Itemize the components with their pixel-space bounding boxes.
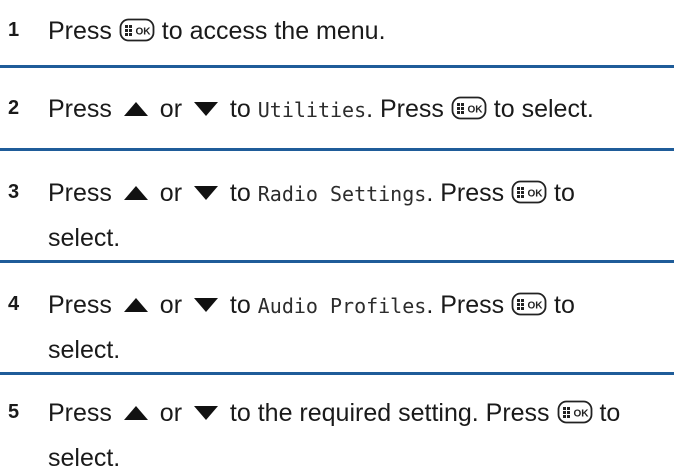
menu-ok-key-icon: OK [511, 292, 547, 316]
svg-text:OK: OK [573, 409, 589, 420]
step-text: to [222, 95, 258, 123]
step-number: 5 [8, 401, 20, 423]
down-arrow-icon [193, 186, 218, 200]
step-text: Press [48, 291, 119, 319]
step-text: select. [48, 224, 121, 252]
step-text: Press [48, 17, 119, 45]
step-text-line: Press or to Utilities. Press OK to selec… [48, 94, 594, 125]
step-text-line: Press or to Audio Profiles. Press OK to [48, 290, 575, 321]
down-arrow-icon [193, 406, 218, 420]
step-text: to [547, 179, 575, 207]
step-text: to [547, 291, 575, 319]
menu-item-name: Audio Profiles [257, 294, 427, 318]
menu-ok-key-icon: OK [557, 400, 592, 424]
up-arrow-icon [123, 406, 148, 420]
step-text-line: Press or to Radio Settings. Press OK to [48, 178, 575, 209]
svg-text:OK: OK [528, 301, 544, 312]
step-divider [0, 260, 674, 263]
step-text: to [592, 399, 621, 427]
step-text-line: Press or to the required setting. Press … [48, 398, 620, 428]
up-arrow-icon [123, 298, 148, 312]
menu-ok-key-icon: OK [451, 96, 487, 120]
menu-ok-key-icon: OK [119, 18, 155, 42]
procedure-steps: 1 Press OK to access the menu. 2 Press or t… [0, 0, 674, 472]
step-text: to the required setting. Press [222, 399, 557, 427]
menu-item-name: Utilities [257, 98, 367, 122]
step-divider [0, 65, 674, 68]
step-text: select. [48, 336, 121, 364]
step-number: 3 [8, 181, 20, 203]
up-arrow-icon [123, 102, 148, 116]
menu-item-name: Radio Settings [257, 182, 427, 206]
step-text: or [152, 291, 189, 319]
step-text: Press [48, 399, 119, 427]
down-arrow-icon [193, 102, 218, 116]
step-number: 1 [8, 19, 20, 41]
step-text: select. [48, 444, 121, 472]
step-text: . Press [426, 291, 512, 319]
step-divider [0, 148, 674, 151]
step-text: to select. [486, 95, 594, 123]
step-text-line: select. [48, 223, 120, 253]
step-text: or [152, 95, 189, 123]
menu-ok-key-icon: OK [511, 180, 547, 204]
step-number: 4 [8, 293, 20, 315]
up-arrow-icon [123, 186, 148, 200]
step-text: or [152, 179, 189, 207]
step-text: or [152, 399, 189, 427]
svg-text:OK: OK [135, 27, 151, 38]
step-text: . Press [366, 95, 451, 123]
step-text: to [222, 179, 258, 207]
svg-text:OK: OK [528, 189, 544, 200]
step-divider [0, 372, 674, 375]
step-text: Press [48, 95, 119, 123]
step-text-line: select. [48, 335, 120, 365]
step-text: to access the menu. [154, 17, 386, 45]
step-number: 2 [8, 97, 20, 119]
step-text: to [222, 291, 258, 319]
svg-text:OK: OK [467, 105, 483, 116]
down-arrow-icon [193, 298, 218, 312]
step-text: Press [48, 179, 119, 207]
step-text: . Press [426, 179, 512, 207]
step-text-line: Press OK to access the menu. [48, 16, 386, 46]
step-text-line: select. [48, 443, 120, 473]
